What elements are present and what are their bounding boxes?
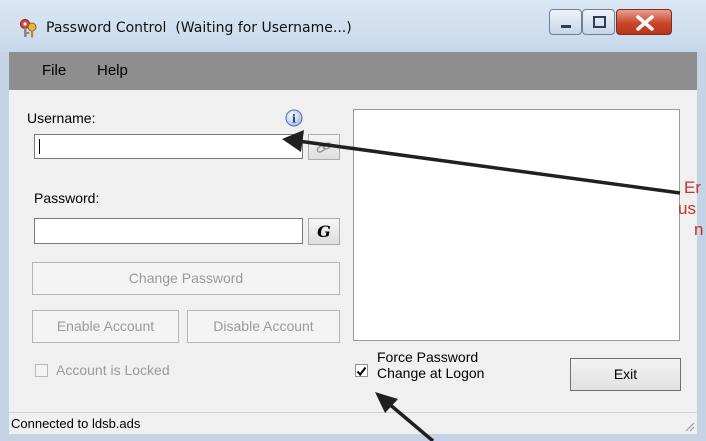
arrow-to-username — [282, 130, 681, 195]
password-control-window: Password Control (Waiting for Username..… — [0, 0, 706, 441]
annotation-arrows — [282, 130, 681, 441]
arrow-to-force-change — [375, 392, 435, 441]
